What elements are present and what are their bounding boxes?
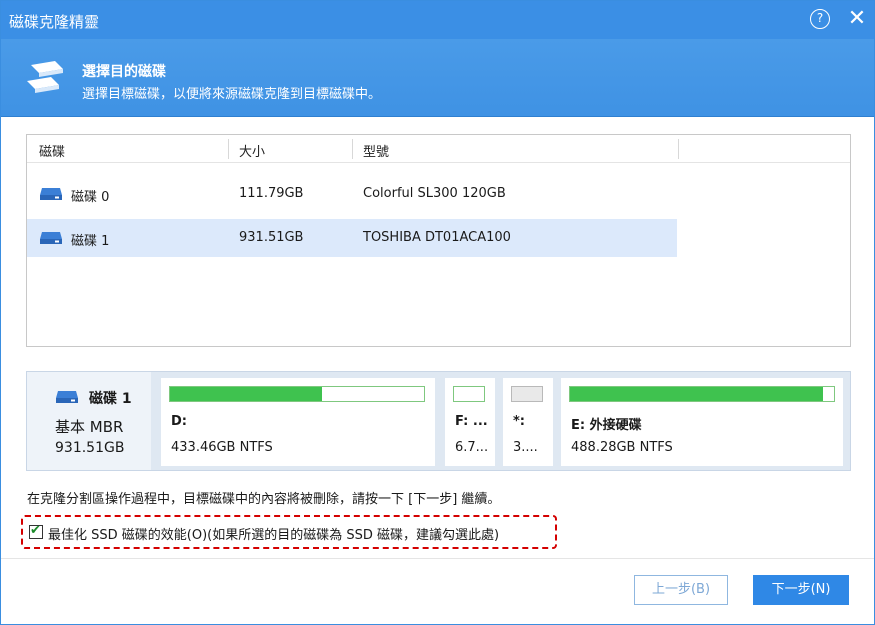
checkmark-icon: ✔	[30, 523, 41, 538]
partition-label: E: 外接硬碟	[571, 418, 642, 433]
disk-model-cell: Colorful SL300 120GB	[363, 186, 506, 201]
column-divider	[678, 139, 679, 159]
usage-bar	[569, 386, 835, 402]
partition-block[interactable]: D: 433.46GB NTFS	[161, 378, 435, 466]
partition-label: F: ...	[455, 414, 488, 429]
hard-disk-icon	[40, 232, 62, 244]
usage-fill	[570, 387, 824, 401]
window-title: 磁碟克隆精靈	[9, 13, 100, 31]
disks-icon	[27, 61, 63, 93]
partition-info: 6.7...	[455, 440, 489, 455]
disk-name-cell: 磁碟 0	[71, 190, 110, 205]
column-divider	[228, 139, 229, 159]
disk-list-table: 磁碟 大小 型號 磁碟 0 111.79GB Colorful SL300 12…	[26, 134, 851, 347]
ssd-optimize-highlight: ✔ 最佳化 SSD 磁碟的效能(O)(如果所選的目的磁碟為 SSD 磁碟，建議勾…	[21, 515, 557, 549]
footer-divider	[1, 558, 874, 559]
table-row[interactable]: 磁碟 1 931.51GB TOSHIBA DT01ACA100	[27, 219, 677, 257]
ssd-optimize-checkbox[interactable]: ✔	[29, 523, 43, 539]
partition-info: 433.46GB NTFS	[171, 440, 273, 455]
disk-name: 磁碟 1	[89, 391, 132, 407]
hard-disk-icon	[56, 391, 78, 403]
table-row[interactable]: 磁碟 0 111.79GB Colorful SL300 120GB	[27, 175, 677, 213]
disk-layout-panel: 磁碟 1 基本 MBR 931.51GB D: 433.46GB NTFS F:…	[26, 371, 851, 471]
disk-size: 931.51GB	[55, 440, 125, 456]
table-header: 磁碟 大小 型號	[27, 135, 850, 163]
partition-block[interactable]: *: 3....	[503, 378, 553, 466]
back-button[interactable]: 上一步(B)	[634, 575, 728, 605]
partition-label: D:	[171, 414, 187, 429]
disk-size-cell: 111.79GB	[239, 186, 304, 201]
help-icon[interactable]: ?	[810, 9, 830, 29]
usage-fill	[170, 387, 323, 401]
disk-info: 磁碟 1 基本 MBR 931.51GB	[27, 372, 151, 470]
column-divider	[352, 139, 353, 159]
usage-bar	[453, 386, 485, 402]
hard-disk-icon	[40, 188, 62, 200]
partition-block[interactable]: F: ... 6.7...	[445, 378, 495, 466]
partition-info: 488.28GB NTFS	[571, 440, 673, 455]
title-bar: 磁碟克隆精靈 ? ✕	[1, 1, 874, 39]
wizard-header: 選擇目的磁碟 選擇目標磁碟，以便將來源磁碟克隆到目標磁碟中。	[1, 39, 874, 117]
close-icon[interactable]: ✕	[845, 5, 869, 33]
header-title: 選擇目的磁碟	[82, 64, 166, 80]
ssd-optimize-label[interactable]: 最佳化 SSD 磁碟的效能(O)(如果所選的目的磁碟為 SSD 磁碟，建議勾選此…	[48, 524, 499, 543]
partition-block[interactable]: E: 外接硬碟 488.28GB NTFS	[561, 378, 843, 466]
warning-note: 在克隆分割區操作過程中，目標磁碟中的內容將被刪除，請按一下 [下一步] 繼續。	[27, 492, 501, 507]
column-header-size[interactable]: 大小	[239, 141, 265, 160]
column-header-disk[interactable]: 磁碟	[39, 141, 65, 160]
disk-clone-wizard-window: 磁碟克隆精靈 ? ✕ 選擇目的磁碟 選擇目標磁碟，以便將來源磁碟克隆到目標磁碟中…	[0, 0, 875, 625]
disk-type: 基本 MBR	[55, 418, 124, 436]
disk-model-cell: TOSHIBA DT01ACA100	[363, 230, 511, 245]
partition-label: *:	[513, 414, 525, 429]
disk-name-cell: 磁碟 1	[71, 234, 110, 249]
header-subtitle: 選擇目標磁碟，以便將來源磁碟克隆到目標磁碟中。	[82, 87, 382, 102]
usage-bar	[169, 386, 425, 402]
partition-info: 3....	[513, 440, 538, 455]
disk-size-cell: 931.51GB	[239, 230, 304, 245]
usage-bar	[511, 386, 543, 402]
next-button[interactable]: 下一步(N)	[753, 575, 849, 605]
column-header-model[interactable]: 型號	[363, 141, 389, 160]
